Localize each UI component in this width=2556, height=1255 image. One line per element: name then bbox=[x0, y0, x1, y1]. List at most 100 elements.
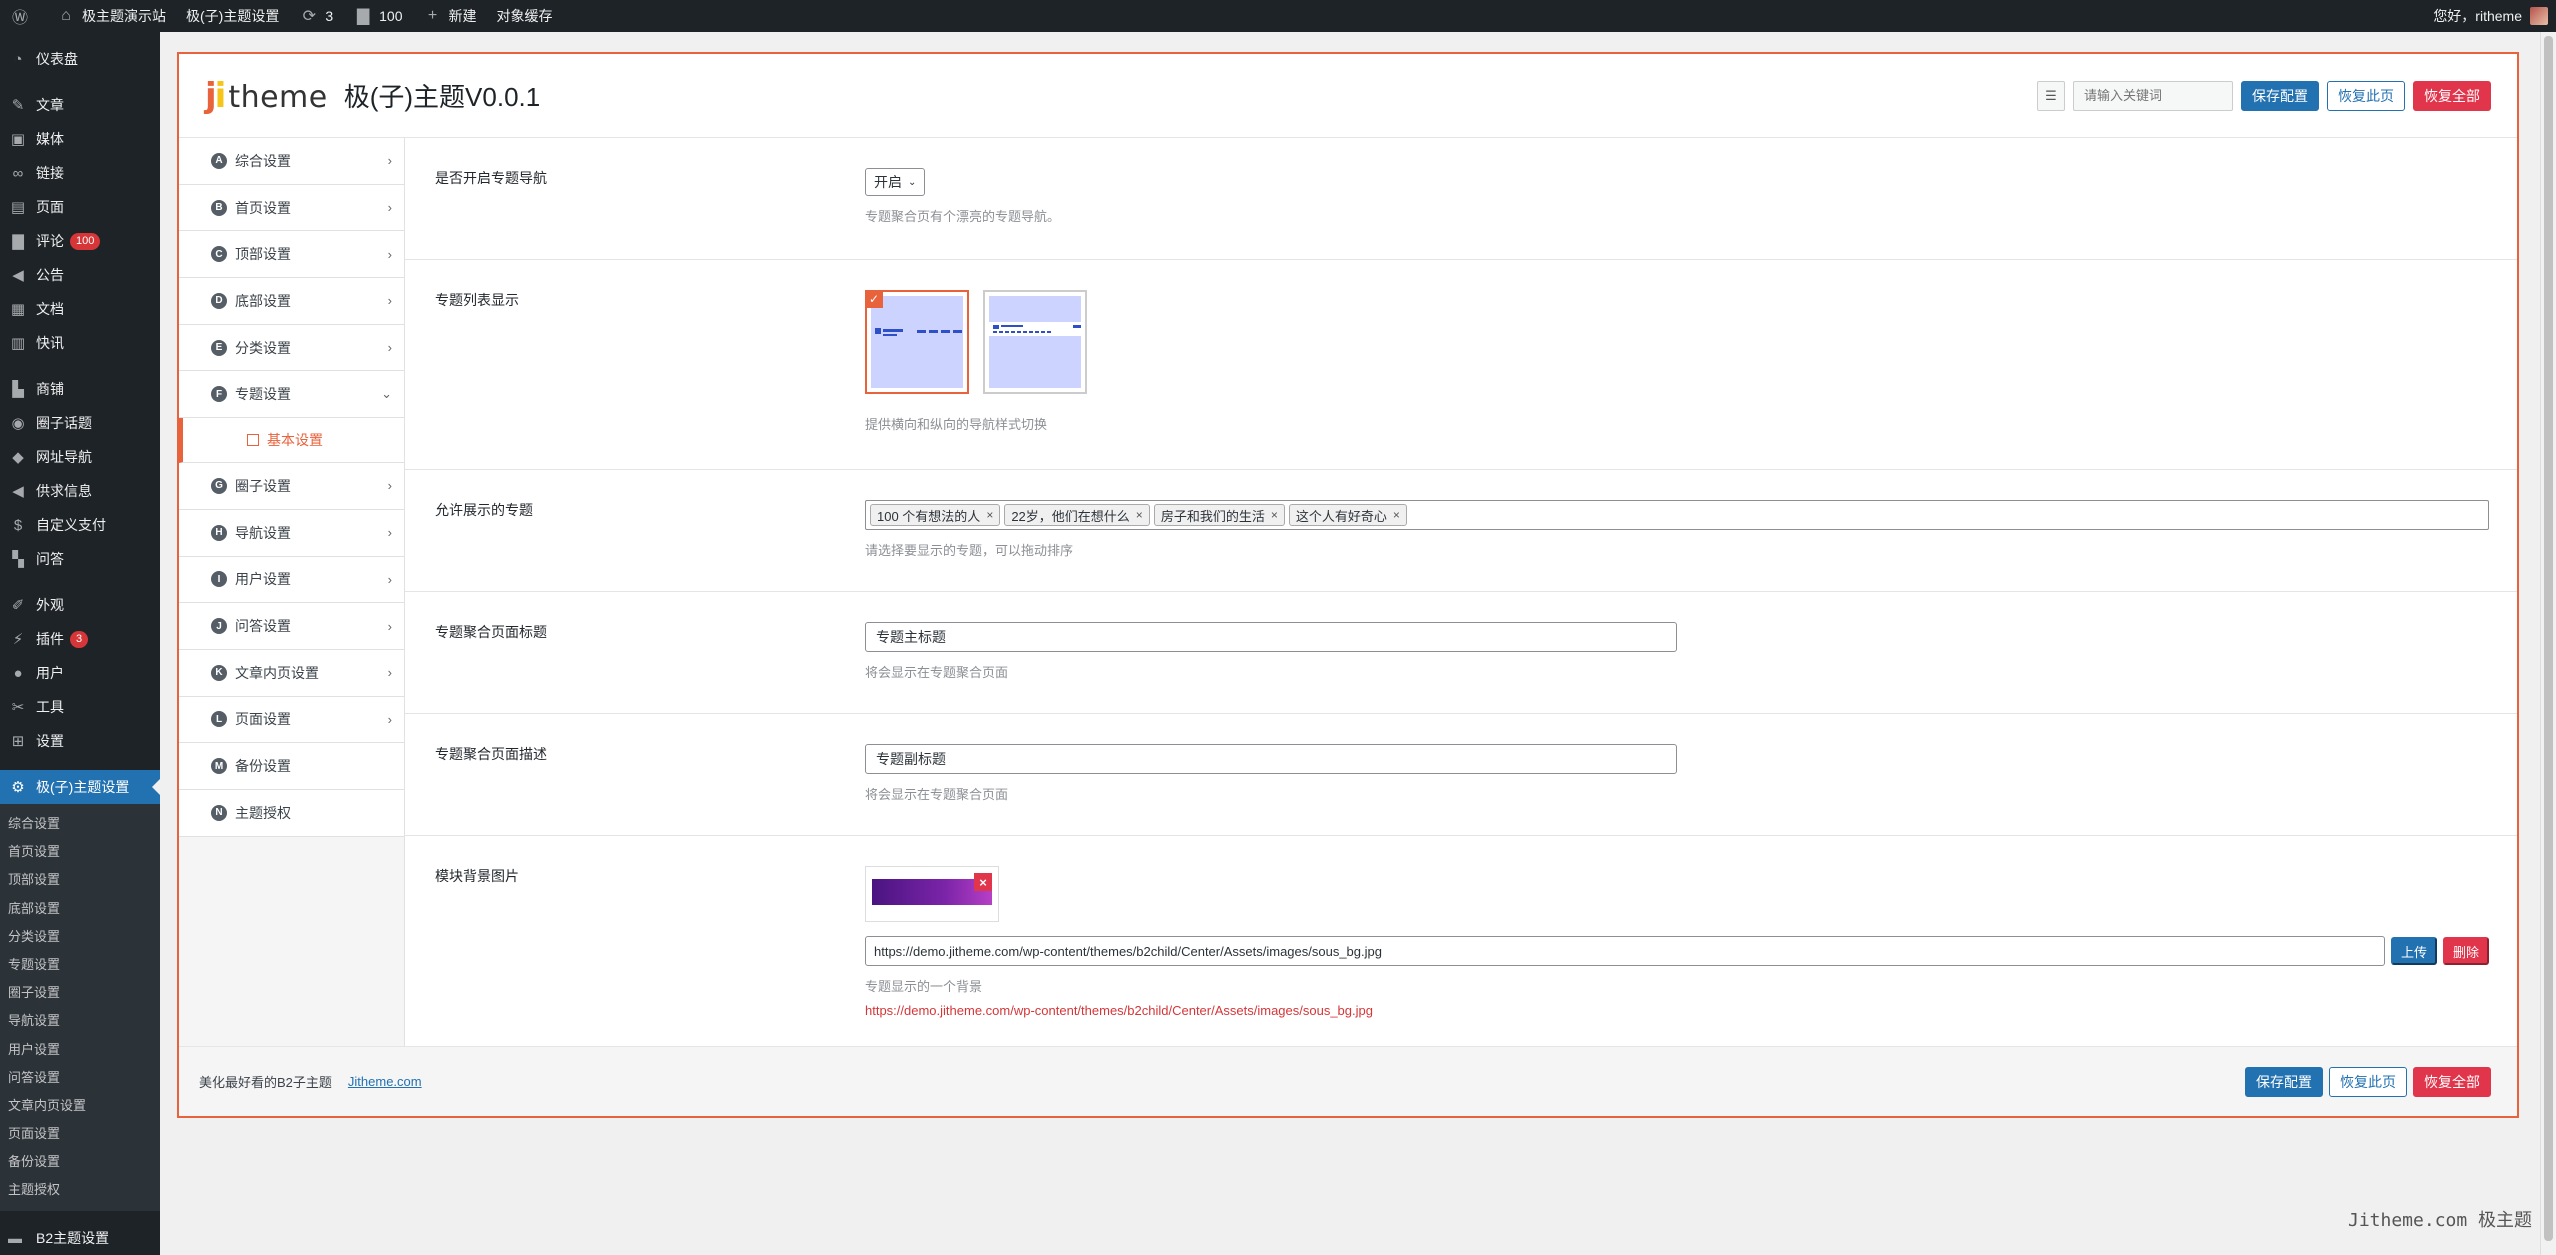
nav-item-navigation[interactable]: H 导航设置 › bbox=[179, 509, 404, 557]
submenu-item[interactable]: 用户设置 bbox=[0, 1036, 160, 1064]
layout-option-horizontal[interactable]: ✓ bbox=[865, 290, 969, 394]
menu-item-media[interactable]: ▣ 媒体 bbox=[0, 122, 160, 156]
nav-item-qa[interactable]: J 问答设置 › bbox=[179, 603, 404, 650]
dashboard-icon: ◔ bbox=[13, 50, 23, 68]
expand-all-icon[interactable]: ☰ bbox=[2037, 80, 2065, 111]
submenu-item[interactable]: 分类设置 bbox=[0, 923, 160, 951]
menu-item-pages[interactable]: ▤ 页面 bbox=[0, 190, 160, 224]
menu-item-users[interactable]: ● 用户 bbox=[0, 656, 160, 690]
menu-item-theme-settings[interactable]: ⚙ 极(子)主题设置 bbox=[0, 770, 160, 804]
topic-tag[interactable]: 22岁，他们在想什么 × bbox=[1004, 504, 1150, 526]
close-icon[interactable]: × bbox=[1136, 508, 1143, 522]
nav-item-backup[interactable]: M 备份设置 bbox=[179, 743, 404, 790]
layout-option-vertical[interactable] bbox=[983, 290, 1087, 394]
comments-link[interactable]: ▇ 100 bbox=[343, 0, 412, 32]
close-icon[interactable]: × bbox=[1393, 508, 1400, 522]
nav-item-category[interactable]: E 分类设置 › bbox=[179, 324, 404, 372]
close-icon[interactable]: × bbox=[986, 508, 993, 522]
submenu-item[interactable]: 页面设置 bbox=[0, 1120, 160, 1148]
bg-image-url-input[interactable]: https://demo.jitheme.com/wp-content/them… bbox=[865, 936, 2385, 966]
submenu-item[interactable]: 综合设置 bbox=[0, 810, 160, 838]
upload-button[interactable]: 上传 bbox=[2391, 937, 2438, 965]
restore-page-button[interactable]: 恢复此页 bbox=[2327, 80, 2405, 111]
nav-item-home[interactable]: B 首页设置 › bbox=[179, 184, 404, 232]
nav-item-general[interactable]: A 综合设置 › bbox=[179, 138, 404, 185]
wp-logo-menu[interactable]: Ⓦ bbox=[0, 0, 46, 32]
submenu-item[interactable]: 文章内页设置 bbox=[0, 1092, 160, 1120]
admin-bar: Ⓦ ⌂ 极主题演示站 极(子)主题设置 ⟳ 3 ▇ 100 + 新建 对象缓存 您好，r… bbox=[0, 0, 2556, 32]
options-content: 是否开启专题导航 开启 ⌄ 专题聚合页有个漂亮的专题导航。 专题列表显示 ✓ 提… bbox=[405, 138, 2517, 1046]
menu-item-settings[interactable]: ⊞ 设置 bbox=[0, 724, 160, 758]
save-button[interactable]: 保存配置 bbox=[2241, 80, 2319, 111]
new-content-menu[interactable]: + 新建 bbox=[412, 0, 486, 32]
chevron-down-icon: ⌄ bbox=[381, 386, 392, 402]
menu-item-custom-pay[interactable]: $ 自定义支付 bbox=[0, 508, 160, 542]
menu-item-b2-settings[interactable]: ▬ B2主题设置 bbox=[0, 1220, 160, 1255]
topic-tag[interactable]: 房子和我们的生活 × bbox=[1153, 504, 1285, 526]
nav-sub-basic[interactable]: 基本设置 bbox=[179, 418, 404, 464]
footer-restore-all-button[interactable]: 恢复全部 bbox=[2413, 1066, 2491, 1097]
close-icon[interactable]: × bbox=[1271, 508, 1278, 522]
topic-tag[interactable]: 100 个有想法的人 × bbox=[870, 504, 1001, 526]
site-name-menu[interactable]: ⌂ 极主题演示站 bbox=[46, 0, 176, 32]
submenu-item[interactable]: 问答设置 bbox=[0, 1064, 160, 1092]
watermark: Jitheme.com 极主题 bbox=[2348, 1210, 2533, 1231]
footer-save-button[interactable]: 保存配置 bbox=[2245, 1066, 2323, 1097]
scrollbar-thumb[interactable] bbox=[2544, 36, 2553, 1241]
nav-item-header[interactable]: C 顶部设置 › bbox=[179, 231, 404, 279]
menu-item-docs[interactable]: ▦ 文档 bbox=[0, 292, 160, 326]
menu-item-comments[interactable]: ▇ 评论 100 bbox=[0, 224, 160, 258]
restore-all-button[interactable]: 恢复全部 bbox=[2413, 80, 2491, 111]
nav-item-topics[interactable]: F 专题设置 ⌄ bbox=[179, 371, 404, 419]
submenu-item[interactable]: 圈子设置 bbox=[0, 979, 160, 1007]
submenu-item[interactable]: 首页设置 bbox=[0, 838, 160, 866]
nav-item-circle[interactable]: G 圈子设置 › bbox=[179, 463, 404, 510]
menu-item-circle-topics[interactable]: ◉ 圈子话题 bbox=[0, 406, 160, 440]
menu-item-notices[interactable]: ◀ 公告 bbox=[0, 258, 160, 292]
menu-item-appearance[interactable]: ✐ 外观 bbox=[0, 588, 160, 622]
nav-item-footer[interactable]: D 底部设置 › bbox=[179, 278, 404, 325]
plugin-icon: ⚡ bbox=[12, 631, 24, 648]
comment-icon: ▇ bbox=[356, 8, 370, 25]
close-icon[interactable]: × bbox=[974, 873, 992, 891]
account-menu[interactable]: 您好，ritheme bbox=[2433, 6, 2556, 26]
scrollbar[interactable] bbox=[2540, 32, 2556, 1255]
chevron-right-icon: › bbox=[387, 293, 392, 309]
menu-item-supply[interactable]: ◀ 供求信息 bbox=[0, 474, 160, 508]
topic-nav-select[interactable]: 开启 ⌄ bbox=[865, 168, 926, 196]
menu-item-qa[interactable]: ▚ 问答 bbox=[0, 542, 160, 576]
field-allowed-topics: 允许展示的专题 100 个有想法的人 × 22岁，他们在想什么 × 房子和我们的生活… bbox=[405, 470, 2517, 592]
submenu-item[interactable]: 底部设置 bbox=[0, 895, 160, 923]
nav-item-pages[interactable]: L 页面设置 › bbox=[179, 696, 404, 744]
menu-item-links[interactable]: ∞ 链接 bbox=[0, 156, 160, 190]
submenu-item[interactable]: 主题授权 bbox=[0, 1176, 160, 1204]
menu-item-tools[interactable]: ✂ 工具 bbox=[0, 690, 160, 724]
topic-tag[interactable]: 这个人有好奇心 × bbox=[1288, 504, 1407, 526]
menu-item-posts[interactable]: ✎ 文章 bbox=[0, 88, 160, 122]
submenu-item[interactable]: 专题设置 bbox=[0, 951, 160, 979]
page-title-input[interactable]: 专题主标题 bbox=[865, 622, 1677, 652]
topics-tag-input[interactable]: 100 个有想法的人 × 22岁，他们在想什么 × 房子和我们的生活 × 这个人有好奇… bbox=[865, 500, 2489, 530]
submenu-item[interactable]: 顶部设置 bbox=[0, 866, 160, 894]
menu-item-url-nav[interactable]: ◆ 网址导航 bbox=[0, 440, 160, 474]
object-cache-link[interactable]: 对象缓存 bbox=[486, 0, 562, 32]
menu-item-store[interactable]: ▙ 商铺 bbox=[0, 372, 160, 406]
link-icon: ∞ bbox=[12, 164, 24, 182]
page-desc-input[interactable]: 专题副标题 bbox=[865, 744, 1677, 774]
footer-link[interactable]: Jitheme.com bbox=[348, 1074, 422, 1089]
submenu-item[interactable]: 导航设置 bbox=[0, 1007, 160, 1035]
nav-item-single[interactable]: K 文章内页设置 › bbox=[179, 649, 404, 697]
menu-item-news[interactable]: ▥ 快讯 bbox=[0, 326, 160, 360]
delete-button[interactable]: 删除 bbox=[2443, 937, 2490, 965]
submenu-item[interactable]: 备份设置 bbox=[0, 1148, 160, 1176]
menu-item-dashboard[interactable]: ◔ 仪表盘 bbox=[0, 42, 160, 76]
search-input[interactable] bbox=[2073, 80, 2233, 111]
nav-item-license[interactable]: N 主题授权 bbox=[179, 789, 404, 837]
brush-icon: ✐ bbox=[11, 597, 25, 614]
chevron-right-icon: › bbox=[387, 665, 392, 681]
theme-settings-link[interactable]: 极(子)主题设置 bbox=[176, 0, 289, 32]
updates-link[interactable]: ⟳ 3 bbox=[289, 0, 343, 32]
menu-item-plugins[interactable]: ⚡ 插件 3 bbox=[0, 622, 160, 656]
nav-item-users[interactable]: I 用户设置 › bbox=[179, 556, 404, 604]
footer-restore-page-button[interactable]: 恢复此页 bbox=[2329, 1066, 2407, 1097]
